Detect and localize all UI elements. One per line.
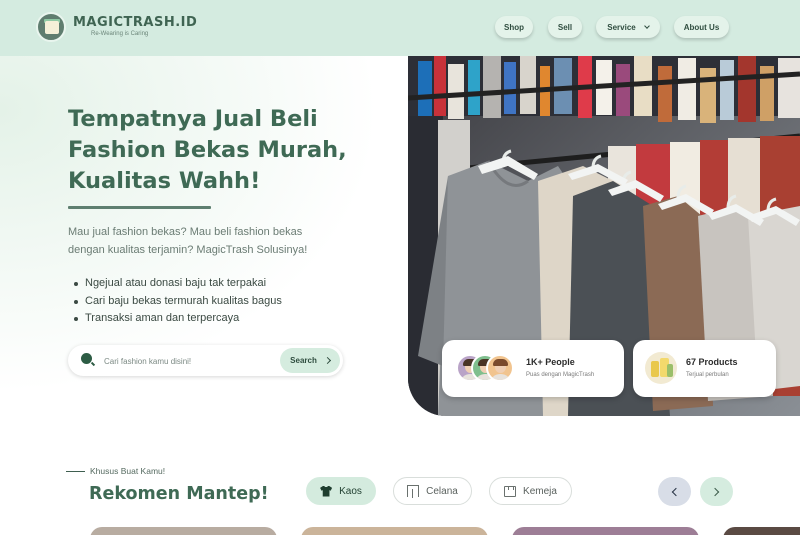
top-header: MAGICTRASH.ID Re-Wearing is Caring Shop … — [0, 0, 800, 56]
stat-card-people: 1K+ People Puas dengan MagicTrash — [442, 340, 624, 397]
avatar — [486, 354, 514, 382]
carousel-next-button[interactable] — [700, 477, 733, 506]
brand-name: MAGICTRASH.ID — [73, 15, 198, 30]
category-chip-celana[interactable]: Celana — [393, 477, 472, 505]
chip-label: Celana — [426, 485, 458, 497]
product-card[interactable] — [90, 527, 277, 535]
carousel-prev-button[interactable] — [658, 477, 691, 506]
hero-title-line: Fashion Bekas Murah, — [68, 137, 347, 163]
brand-tagline: Re-Wearing is Caring — [91, 31, 149, 37]
stat-people-title: 1K+ People — [526, 357, 575, 367]
tshirt-icon — [320, 485, 333, 497]
nav-about-us[interactable]: About Us — [674, 16, 729, 38]
search-button[interactable]: Search — [280, 348, 340, 373]
product-card[interactable] — [723, 527, 800, 535]
feature-item: Cari baju bekas termurah kualitas bagus — [74, 293, 282, 311]
hero-description-line: Mau jual fashion bekas? Mau beli fashion… — [68, 226, 303, 238]
chevron-right-icon — [710, 487, 720, 496]
section-eyebrow: Khusus Buat Kamu! — [90, 466, 166, 476]
hero-title: Tempatnya Jual Beli Fashion Bekas Murah,… — [68, 104, 368, 197]
feature-item: Ngejual atau donasi baju tak terpakai — [74, 275, 282, 293]
nav-service-label: Service — [607, 22, 636, 32]
hero-description-line: dengan kualitas terjamin? MagicTrash Sol… — [68, 244, 308, 256]
hero-feature-list: Ngejual atau donasi baju tak terpakai Ca… — [74, 275, 282, 328]
nav-about-label: About Us — [683, 22, 720, 32]
nav-shop[interactable]: Shop — [495, 16, 533, 38]
products-thumbnail — [645, 352, 677, 384]
chip-label: Kemeja — [523, 485, 557, 497]
chip-label: Kaos — [339, 485, 362, 497]
nav-shop-label: Shop — [504, 22, 524, 32]
stat-products-subtitle: Terjual perbulan — [686, 372, 729, 378]
nav-sell[interactable]: Sell — [548, 16, 582, 38]
hero-title-line: Tempatnya Jual Beli — [68, 106, 318, 132]
search-button-label: Search — [290, 356, 317, 365]
brand-logo[interactable]: MAGICTRASH.ID Re-Wearing is Caring — [36, 12, 197, 42]
nav-service-dropdown[interactable]: Service — [596, 16, 660, 38]
search-input[interactable] — [104, 353, 274, 369]
product-card[interactable] — [301, 527, 488, 535]
chevron-left-icon — [671, 487, 681, 496]
search-bar: Search — [68, 345, 343, 376]
hero-description: Mau jual fashion bekas? Mau beli fashion… — [68, 223, 358, 259]
hero-divider — [68, 206, 211, 209]
chevron-down-icon — [643, 22, 650, 29]
shirt-icon — [504, 485, 517, 497]
product-card[interactable] — [512, 527, 699, 535]
category-chip-kemeja[interactable]: Kemeja — [489, 477, 572, 505]
stat-people-subtitle: Puas dengan MagicTrash — [526, 372, 595, 378]
pants-icon — [407, 485, 420, 498]
hero-title-line: Kualitas Wahh! — [68, 168, 261, 194]
nav-sell-label: Sell — [557, 22, 573, 32]
section-title: Rekomen Mantep! — [89, 484, 269, 504]
stat-card-products: 67 Products Terjual perbulan — [633, 340, 776, 397]
chevron-right-icon — [323, 356, 331, 365]
feature-item: Transaksi aman dan terpercaya — [74, 310, 282, 328]
trash-bin-icon — [36, 12, 66, 42]
category-chip-kaos[interactable]: Kaos — [306, 477, 376, 505]
section-eyebrow-line — [66, 471, 85, 472]
search-icon — [81, 353, 92, 364]
stat-products-title: 67 Products — [686, 357, 738, 367]
